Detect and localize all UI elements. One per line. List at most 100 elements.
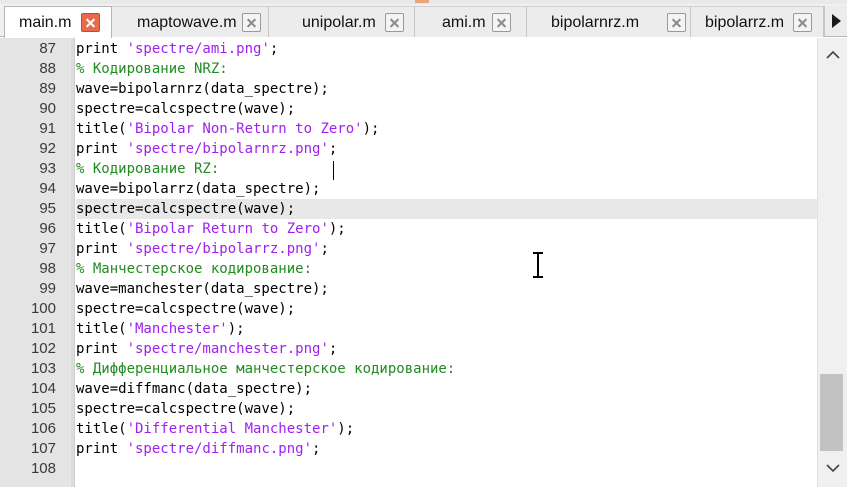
chevron-right-icon: [832, 14, 841, 28]
code-text[interactable]: % Манчестерское кодирование:: [76, 259, 817, 279]
code-text[interactable]: title('Manchester');: [76, 319, 817, 339]
code-text[interactable]: title('Bipolar Return to Zero');: [76, 219, 817, 239]
code-line[interactable]: 88 % Кодирование NRZ:: [0, 59, 817, 79]
line-number: 89: [39, 80, 56, 97]
code-text[interactable]: print 'spectre/manchester.png';: [76, 339, 817, 359]
comment-text: % Манчестерское кодирование:: [76, 261, 313, 277]
tab-main-m[interactable]: main.m: [4, 6, 112, 38]
code-line[interactable]: 91 title('Bipolar Non-Return to Zero');: [0, 119, 817, 139]
code-token: ;: [328, 341, 338, 357]
scroll-down-button[interactable]: [818, 451, 847, 487]
code-editor[interactable]: 87 print 'spectre/ami.png'; 88 % Кодировани…: [0, 39, 817, 479]
code-token: spectre=calcspectre(wave);: [76, 401, 296, 417]
tab-label: bipolarnrz.m: [551, 14, 640, 31]
code-line[interactable]: 100 spectre=calcspectre(wave);: [0, 299, 817, 319]
code-token: );: [227, 321, 245, 337]
code-text[interactable]: [76, 459, 817, 479]
code-line[interactable]: 104 wave=diffmanc(data_spectre);: [0, 379, 817, 399]
tab-label: maptowave.m: [137, 14, 237, 31]
code-text[interactable]: print 'spectre/bipolarnrz.png';: [76, 139, 817, 159]
line-number: 97: [39, 240, 56, 257]
scroll-up-button[interactable]: [818, 38, 847, 74]
string-literal: 'Differential Manchester': [126, 421, 338, 437]
code-token: wave=diffmanc(data_spectre);: [76, 381, 313, 397]
code-text[interactable]: spectre=calcspectre(wave);: [76, 199, 817, 219]
code-token: spectre=calcspectre(wave);: [76, 201, 296, 217]
code-line[interactable]: 93 % Кодирование RZ:: [0, 159, 817, 179]
line-number: 99: [39, 280, 56, 297]
code-text[interactable]: % Кодирование NRZ:: [76, 59, 817, 79]
toolbar-accent: [415, 0, 429, 3]
vertical-scrollbar[interactable]: [817, 38, 847, 487]
code-line[interactable]: 89 wave=bipolarnrz(data_spectre);: [0, 79, 817, 99]
line-number: 91: [39, 120, 56, 137]
text-cursor-icon: [533, 252, 543, 278]
code-text[interactable]: spectre=calcspectre(wave);: [76, 99, 817, 119]
line-number: 94: [39, 180, 56, 197]
code-text[interactable]: wave=manchester(data_spectre);: [76, 279, 817, 299]
code-line[interactable]: 108: [0, 459, 817, 479]
code-text[interactable]: wave=bipolarnrz(data_spectre);: [76, 79, 817, 99]
code-line[interactable]: 106 title('Differential Manchester');: [0, 419, 817, 439]
close-icon[interactable]: [81, 13, 100, 32]
line-number: 106: [30, 420, 56, 437]
line-number: 92: [39, 140, 56, 157]
tab-ami-m[interactable]: ami.m: [415, 6, 527, 37]
code-line[interactable]: 99 wave=manchester(data_spectre);: [0, 279, 817, 299]
code-text[interactable]: % Кодирование RZ:: [76, 159, 817, 179]
tab-bipolarnrz-m[interactable]: bipolarnrz.m: [527, 6, 691, 37]
code-text[interactable]: print 'spectre/bipolarrz.png';: [76, 239, 817, 259]
code-line[interactable]: 96 title('Bipolar Return to Zero');: [0, 219, 817, 239]
code-line[interactable]: 87 print 'spectre/ami.png';: [0, 39, 817, 59]
line-number: 100: [30, 300, 56, 317]
close-icon[interactable]: [667, 13, 686, 32]
code-line[interactable]: 90 spectre=calcspectre(wave);: [0, 99, 817, 119]
code-text[interactable]: title('Differential Manchester');: [76, 419, 817, 439]
close-icon[interactable]: [793, 13, 812, 32]
code-line[interactable]: 101 title('Manchester');: [0, 319, 817, 339]
code-line[interactable]: 95 spectre=calcspectre(wave);: [0, 199, 817, 219]
code-text[interactable]: % Дифференциальное манчестерское кодиров…: [76, 359, 817, 379]
close-icon[interactable]: [492, 13, 511, 32]
code-text[interactable]: print 'spectre/ami.png';: [76, 39, 817, 59]
line-number: 96: [39, 220, 56, 237]
code-token: title(: [76, 221, 127, 237]
code-line[interactable]: 102 print 'spectre/manchester.png';: [0, 339, 817, 359]
code-token: spectre=calcspectre(wave);: [76, 101, 296, 117]
close-icon[interactable]: [242, 13, 261, 32]
line-number: 103: [30, 360, 56, 377]
line-number: 101: [30, 320, 56, 337]
tab-unipolar-m[interactable]: unipolar.m: [269, 6, 415, 37]
string-literal: 'Bipolar Non-Return to Zero': [126, 121, 363, 137]
code-line[interactable]: 105 spectre=calcspectre(wave);: [0, 399, 817, 419]
code-text[interactable]: wave=diffmanc(data_spectre);: [76, 379, 817, 399]
code-line[interactable]: 103 % Дифференциальное манчестерское коди…: [0, 359, 817, 379]
code-text[interactable]: title('Bipolar Non-Return to Zero');: [76, 119, 817, 139]
tab-bipolarrz-m[interactable]: bipolarrz.m: [691, 6, 824, 37]
chevron-down-icon: [826, 464, 840, 473]
line-number: 88: [39, 60, 56, 77]
comment-text: % Кодирование NRZ:: [76, 61, 228, 77]
code-line[interactable]: 94 wave=bipolarrz(data_spectre);: [0, 179, 817, 199]
code-text[interactable]: spectre=calcspectre(wave);: [76, 399, 817, 419]
code-line[interactable]: 92 print 'spectre/bipolarnrz.png';: [0, 139, 817, 159]
code-token: print: [76, 241, 127, 257]
close-icon[interactable]: [385, 13, 404, 32]
code-text[interactable]: print 'spectre/diffmanc.png';: [76, 439, 817, 459]
line-number: 90: [39, 100, 56, 117]
code-line[interactable]: 98 % Манчестерское кодирование:: [0, 259, 817, 279]
code-text[interactable]: wave=bipolarrz(data_spectre);: [76, 179, 817, 199]
tab-scroll-right-button[interactable]: [824, 6, 847, 36]
line-number: 95: [39, 200, 56, 217]
code-text[interactable]: spectre=calcspectre(wave);: [76, 299, 817, 319]
scrollbar-thumb[interactable]: [820, 374, 843, 451]
tab-maptowave-m[interactable]: maptowave.m: [112, 6, 269, 37]
line-number: 108: [30, 460, 56, 477]
line-number: 87: [39, 40, 56, 57]
code-token: );: [362, 121, 380, 137]
chevron-up-icon: [826, 50, 840, 59]
tab-label: ami.m: [442, 14, 486, 31]
code-line[interactable]: 97 print 'spectre/bipolarrz.png';: [0, 239, 817, 259]
code-line[interactable]: 107 print 'spectre/diffmanc.png';: [0, 439, 817, 459]
code-token: );: [328, 221, 346, 237]
